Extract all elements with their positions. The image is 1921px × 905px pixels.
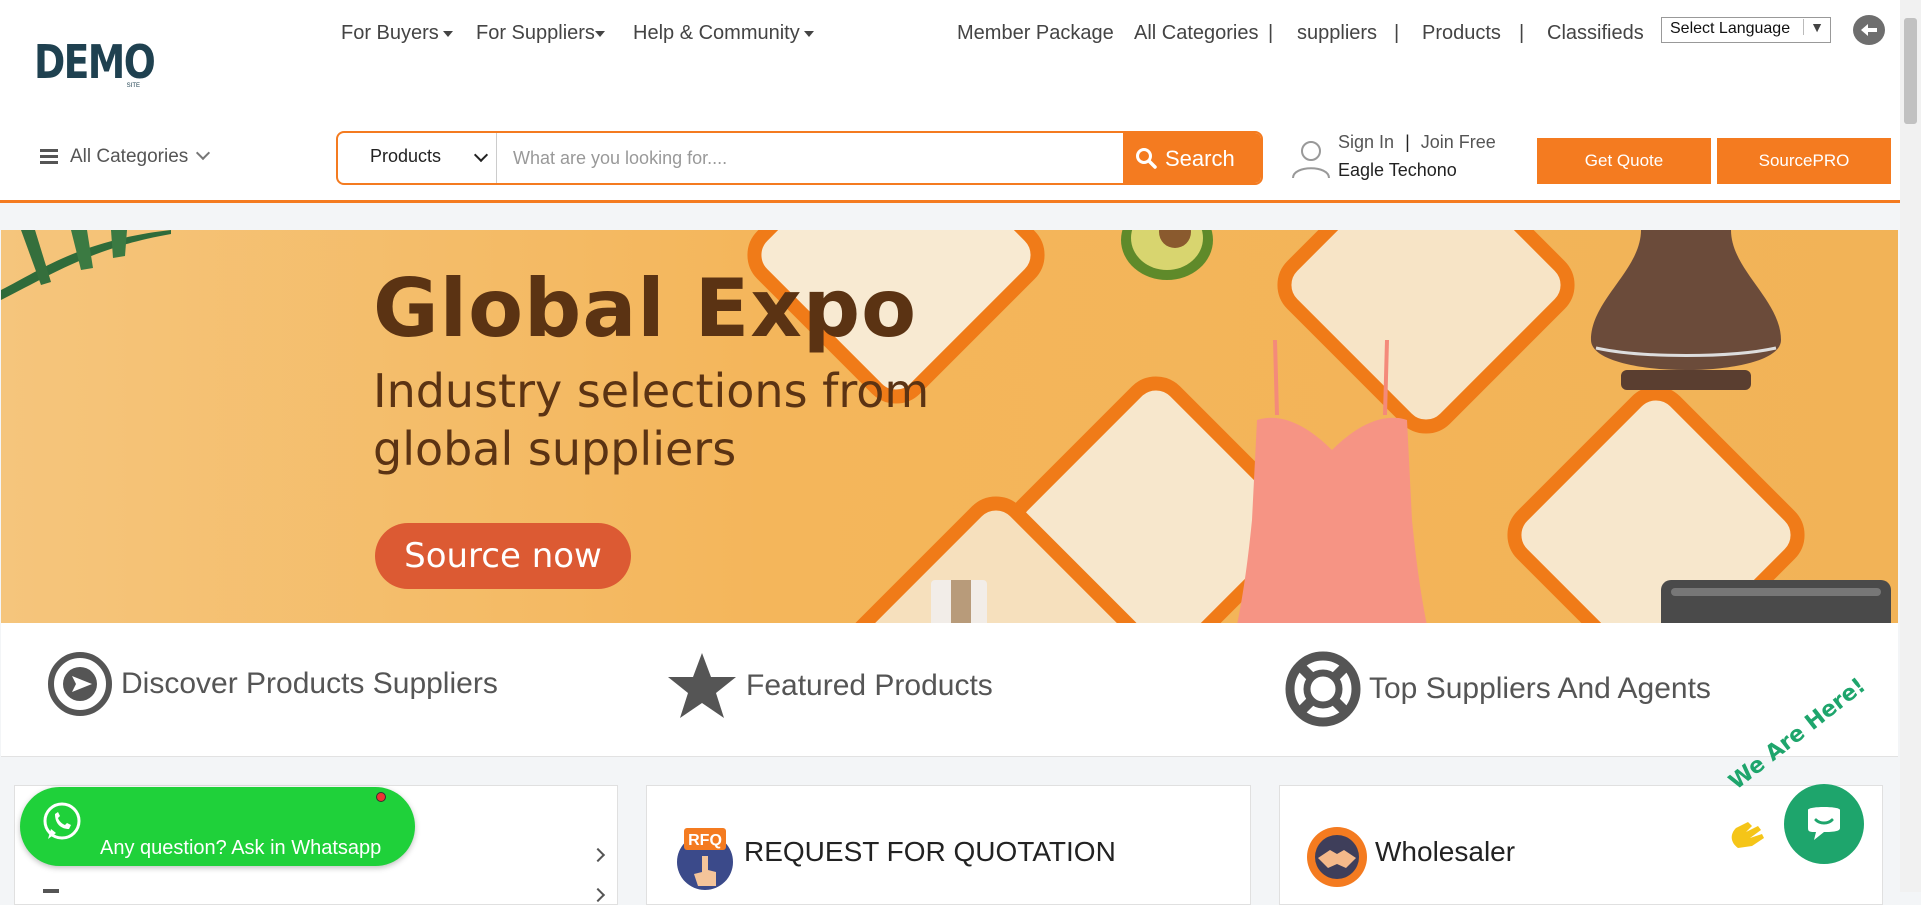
wholesaler-title: Wholesaler [1375,836,1516,867]
get-quote-button[interactable]: Get Quote [1537,138,1711,184]
search-category-select[interactable]: Products [338,133,497,183]
diffuser-image [1591,230,1781,390]
features-bar: Discover Products Suppliers Featured Pro… [1,623,1898,757]
banner-subtitle-line-2: global suppliers [373,422,737,476]
nav-for-suppliers-label: For Suppliers [476,22,595,44]
logo-subtext: SITE [126,83,140,89]
rfq-badge-text: RFQ [688,832,722,849]
chevron-right-icon[interactable] [590,887,606,903]
feature-featured-products[interactable]: Featured Products [666,651,993,721]
caret-down-icon [803,30,814,37]
all-categories-menu[interactable]: All Categories [40,145,211,168]
rfq-title: REQUEST FOR QUOTATION [744,836,1116,867]
all-categories-label: All Categories [70,146,189,167]
nav-help-community[interactable]: Help & Community [633,22,814,45]
arrow-left-icon[interactable] [1853,15,1885,45]
whatsapp-icon [43,802,81,840]
chat-widget-button[interactable] [1784,784,1864,864]
caret-down-icon [594,30,605,37]
nav-for-suppliers[interactable]: For Suppliers [476,22,605,45]
account-links: Sign In | Join Free [1338,132,1496,153]
feature-label: Discover Products Suppliers [121,667,498,700]
page-scrollbar[interactable] [1900,0,1921,892]
dropdown-arrow-icon: ▼ [1803,19,1824,35]
search-input[interactable] [497,133,1127,183]
banner-subtitle: Industry selections from global supplier… [373,362,929,478]
header: DEMO SITE For Buyers For Suppliers Help … [0,0,1900,203]
nav-suppliers[interactable]: suppliers [1297,22,1377,45]
nav-products[interactable]: Products [1422,22,1501,45]
whatsapp-widget[interactable]: Any question? Ask in Whatsapp [20,787,415,866]
nav-separator: | [1268,22,1274,44]
language-select-label: Select Language [1670,20,1791,37]
search-button[interactable]: Search [1123,133,1261,183]
nav-classifieds[interactable]: Classifieds [1547,22,1644,45]
join-free-link[interactable]: Join Free [1421,132,1496,152]
feature-discover-products[interactable]: Discover Products Suppliers [47,651,498,717]
waving-hand-icon [1731,822,1764,848]
chevron-down-icon [473,147,489,163]
site-logo[interactable]: DEMO SITE [34,35,156,96]
feature-label: Top Suppliers And Agents [1369,672,1711,705]
scrollbar-thumb[interactable] [1904,18,1917,124]
feature-top-suppliers[interactable]: Top Suppliers And Agents [1285,651,1711,727]
handshake-icon [1307,827,1367,887]
compass-icon [48,652,112,716]
sign-in-link[interactable]: Sign In [1338,132,1394,152]
chat-bubble-icon [1808,807,1840,840]
appliance-image [1661,580,1891,623]
palm-leaf-image [1,230,171,300]
whatsapp-text: Any question? Ask in Whatsapp [100,837,382,859]
list-item-icon [43,889,59,893]
hamburger-icon [40,146,58,167]
star-icon [668,653,736,718]
cosmetic-jar-image [931,580,987,623]
username-label: Eagle Techono [1338,160,1457,180]
lifebuoy-icon [1285,651,1361,727]
nav-for-buyers[interactable]: For Buyers [341,22,453,45]
hero-banner[interactable]: Global Expo Industry selections from glo… [1,230,1898,623]
nav-help-label: Help & Community [633,22,800,44]
nav-all-categories[interactable]: All Categories [1134,22,1259,45]
user-icon [1292,141,1330,179]
feature-label: Featured Products [746,669,993,702]
search-category-value: Products [370,146,442,166]
nav-member-package[interactable]: Member Package [957,22,1114,45]
chevron-down-icon [196,145,211,161]
chevron-right-icon[interactable] [590,847,606,863]
rfq-card[interactable]: RFQ REQUEST FOR QUOTATION [646,785,1251,905]
account-separator: | [1405,132,1410,152]
search-icon [1136,148,1157,169]
search-button-label: Search [1165,146,1235,171]
caret-down-icon [442,30,453,37]
nav-for-buyers-label: For Buyers [341,22,439,44]
banner-subtitle-line-1: Industry selections from [373,364,930,418]
avocado-image [1121,230,1213,280]
dress-image [1237,340,1427,623]
search-bar: Products Search [336,131,1263,185]
close-icon[interactable] [376,792,386,802]
sourcepro-button[interactable]: SourcePRO [1717,138,1891,184]
logo-text: DEMO [34,35,156,89]
source-now-button[interactable]: Source now [375,523,631,589]
nav-separator: | [1394,22,1400,44]
language-select[interactable]: Select Language ▼ [1661,17,1831,43]
rfq-icon: RFQ [677,828,733,890]
banner-title: Global Expo [373,262,918,355]
nav-separator: | [1519,22,1525,44]
